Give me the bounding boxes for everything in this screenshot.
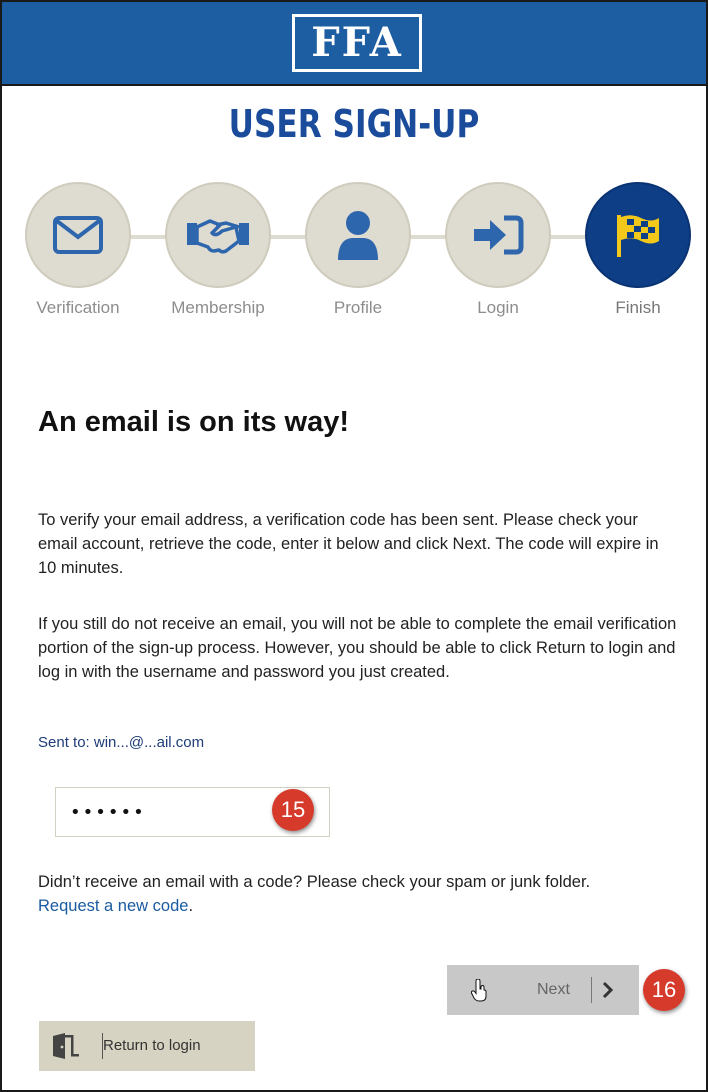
step-verification: Verification xyxy=(3,182,153,318)
envelope-icon xyxy=(53,216,103,254)
step-badge-16: 16 xyxy=(643,969,685,1011)
next-divider xyxy=(591,977,592,1003)
next-button-label: Next xyxy=(537,981,570,998)
step-login: Login xyxy=(423,182,573,318)
instructions-paragraph: To verify your email address, a verifica… xyxy=(38,511,659,577)
step-label: Finish xyxy=(615,298,661,317)
ffa-logo: FFA xyxy=(292,14,422,72)
checkered-flag-icon xyxy=(617,215,659,257)
step-finish: Finish xyxy=(563,182,706,318)
confirmation-heading: An email is on its way! xyxy=(38,406,350,438)
step-label: Membership xyxy=(171,298,265,317)
step-label: Profile xyxy=(333,298,383,317)
step-badge-15: 15 xyxy=(272,789,314,831)
return-to-login-button[interactable]: Return to login xyxy=(39,1021,255,1071)
step-finish-circle xyxy=(585,182,691,288)
step-membership-circle xyxy=(165,182,271,288)
sign-in-icon xyxy=(474,215,524,255)
handshake-icon xyxy=(187,219,249,254)
page-title: USER SIGN-UP xyxy=(228,102,480,146)
step-label: Login xyxy=(477,298,519,317)
chevron-right-icon xyxy=(602,981,614,999)
help-text: Didn’t receive an email with a code? Ple… xyxy=(38,870,678,918)
step-profile: Profile xyxy=(283,182,433,318)
next-button[interactable]: Next xyxy=(447,965,639,1015)
spam-hint: Didn’t receive an email with a code? Ple… xyxy=(38,873,591,891)
fallback-paragraph: If you still do not receive an email, yo… xyxy=(38,615,677,681)
step-verification-circle xyxy=(25,182,131,288)
step-membership: Membership xyxy=(143,182,293,318)
logo-text: FFA xyxy=(311,19,403,66)
step-label: Verification xyxy=(36,298,120,317)
sent-to-text: Sent to: win...@...ail.com xyxy=(38,734,205,751)
step-login-circle xyxy=(445,182,551,288)
user-icon xyxy=(338,211,378,260)
step-profile-circle xyxy=(305,182,411,288)
return-button-label: Return to login xyxy=(103,1037,201,1054)
request-new-code-link[interactable]: Request a new code xyxy=(38,897,188,915)
signup-frame: FFA USER SIGN-UP Verification Membership… xyxy=(0,0,708,1092)
header-bar: FFA xyxy=(2,2,706,86)
door-exit-icon xyxy=(53,1033,79,1059)
link-suffix: . xyxy=(188,897,194,915)
hand-cursor-icon xyxy=(471,979,487,1002)
signup-stepper: Verification Membership Profile Login Fi… xyxy=(2,182,706,332)
